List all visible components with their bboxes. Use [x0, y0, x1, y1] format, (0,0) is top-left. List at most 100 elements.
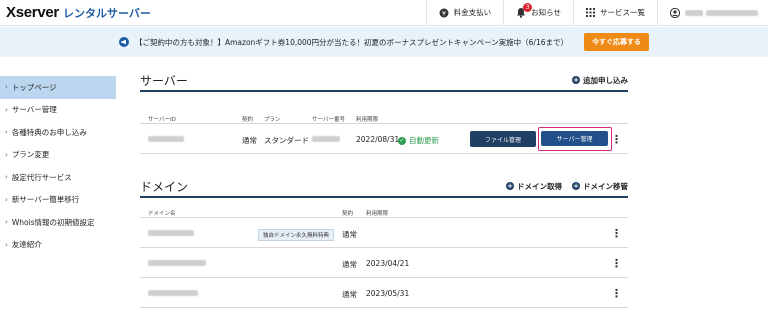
sidebar-item-label: 設定代行サービス [11, 172, 72, 182]
domain-name-redacted [148, 230, 194, 236]
sidebar-item-server-management[interactable]: › サーバー管理 [0, 99, 116, 122]
domain-row: 通常 2023/05/31 ⋮ [140, 278, 628, 308]
logo-sub: レンタルサーバー [62, 8, 151, 20]
domain-section-title: ドメイン [140, 179, 189, 194]
auto-renew-status: ✓ 自動更新 [398, 135, 439, 146]
main-content: サーバー + 追加申し込み サーバーID 契約 プラン サーバー番号 利用期限 通… [140, 70, 628, 308]
chevron-right-icon: › [5, 173, 8, 182]
col-contract: 契約 [242, 117, 254, 123]
chevron-right-icon: › [5, 105, 8, 114]
domain-transfer-label: ドメイン移管 [583, 181, 628, 191]
chevron-right-icon: › [5, 218, 8, 227]
sidebar-item-setup-service[interactable]: › 設定代行サービス [0, 166, 116, 189]
notification-badge: 3 [523, 2, 533, 12]
account-email-redacted [706, 9, 758, 16]
campaign-text: 【ご契約中の方も対象！】Amazonギフト券10,000円分が当たる！初夏のボー… [134, 37, 569, 47]
sidebar: › トップページ › サーバー管理 › 各種特典のお申し込み › プラン変更 › 設定代行… [0, 76, 116, 256]
megaphone-icon [118, 37, 129, 47]
col-server-number: サーバー番号 [312, 117, 345, 123]
chevron-right-icon: › [5, 128, 8, 137]
col-plan: プラン [264, 117, 281, 123]
sidebar-item-label: トップページ [11, 82, 57, 92]
server-manager-button[interactable]: サーバー管理 [541, 131, 608, 146]
col-domain-contract: 契約 [342, 211, 354, 217]
more-options-icon[interactable]: ⋮ [611, 258, 622, 269]
add-application-label: 追加申し込み [583, 75, 628, 85]
user-icon [670, 7, 680, 18]
sidebar-item-label: 新サーバー簡単移行 [11, 195, 80, 205]
col-server-id: サーバーID [148, 117, 176, 123]
add-application-link[interactable]: + 追加申し込み [572, 75, 628, 86]
domain-expiry: 2023/05/31 [366, 289, 410, 298]
server-plan: スタンダード [264, 136, 309, 145]
sidebar-item-label: Whois情報の初期値設定 [11, 217, 95, 227]
check-circle-icon: ✓ [398, 136, 406, 145]
auto-renew-label: 自動更新 [409, 136, 439, 145]
domain-acquire-link[interactable]: + ドメイン取得 [506, 181, 562, 192]
server-expiry: 2022/08/31 [356, 135, 400, 144]
col-expiry: 利用期限 [356, 117, 379, 123]
plus-circle-icon: + [506, 182, 514, 190]
nav-notifications-label: お知らせ [531, 8, 561, 17]
server-contract: 通常 [242, 136, 257, 145]
server-id-redacted [148, 136, 184, 142]
sidebar-item-label: 各種特典のお申し込み [11, 127, 87, 137]
grid-icon [586, 8, 595, 17]
more-options-icon[interactable]: ⋮ [611, 228, 622, 239]
sidebar-item-referral[interactable]: › 友達紹介 [0, 234, 116, 257]
domain-row: 独自ドメイン永久無料特典 通常 ⋮ [140, 218, 628, 248]
domain-name-redacted [148, 290, 198, 296]
domain-name-redacted [148, 260, 206, 266]
domain-section-header: ドメイン + ドメイン取得 + ドメイン移管 [140, 176, 628, 198]
domain-contract: 通常 [342, 230, 357, 239]
server-section-header: サーバー + 追加申し込み [140, 70, 628, 92]
logo[interactable]: Xserver レンタルサーバー [0, 4, 151, 21]
svg-text:¥: ¥ [442, 9, 446, 17]
server-row: 通常 スタンダード 2022/08/31 ✓ 自動更新 ファイル管理 サーバー管理… [140, 124, 628, 154]
sidebar-item-migration[interactable]: › 新サーバー簡単移行 [0, 189, 116, 212]
nav-services-label: サービス一覧 [600, 8, 645, 17]
chevron-right-icon: › [5, 195, 8, 204]
top-nav: ¥ 料金支払い 3 お知らせ サービス一覧 [425, 0, 768, 26]
apply-now-button[interactable]: 今すぐ応募する [584, 33, 650, 51]
free-domain-tag: 独自ドメイン永久無料特典 [258, 229, 335, 241]
more-options-icon[interactable]: ⋮ [611, 288, 622, 299]
sidebar-item-top[interactable]: › トップページ [0, 76, 116, 99]
sidebar-item-label: 友達紹介 [11, 240, 42, 250]
sidebar-item-label: プラン変更 [11, 150, 50, 160]
plus-circle-icon: + [572, 76, 580, 84]
server-section-title: サーバー [140, 73, 188, 88]
file-manager-button[interactable]: ファイル管理 [470, 131, 536, 147]
nav-notifications[interactable]: 3 お知らせ [503, 0, 573, 26]
top-header: Xserver レンタルサーバー ¥ 料金支払い 3 お知らせ サービス一覧 [0, 0, 768, 26]
nav-payment[interactable]: ¥ 料金支払い [425, 0, 504, 26]
col-domain-name: ドメイン名 [148, 211, 176, 217]
sidebar-item-whois[interactable]: › Whois情報の初期値設定 [0, 211, 116, 234]
domain-contract: 通常 [342, 260, 357, 269]
chevron-right-icon: › [5, 83, 8, 92]
domain-row: 通常 2023/04/21 ⋮ [140, 248, 628, 278]
plus-circle-icon: + [572, 182, 580, 190]
chevron-right-icon: › [5, 150, 8, 159]
server-table-header: サーバーID 契約 プラン サーバー番号 利用期限 [140, 106, 628, 124]
domain-acquire-label: ドメイン取得 [517, 181, 562, 191]
logo-main: Xserver [6, 4, 59, 21]
campaign-banner: 【ご契約中の方も対象！】Amazonギフト券10,000円分が当たる！初夏のボー… [0, 27, 768, 57]
server-number-redacted [312, 136, 340, 142]
domain-table-header: ドメイン名 契約 利用期限 [140, 200, 628, 218]
domain-contract: 通常 [342, 290, 357, 299]
nav-services[interactable]: サービス一覧 [573, 0, 657, 26]
server-manager-highlight: サーバー管理 [538, 127, 612, 151]
domain-transfer-link[interactable]: + ドメイン移管 [572, 181, 628, 192]
more-options-icon[interactable]: ⋮ [611, 134, 622, 145]
col-domain-expiry: 利用期限 [366, 211, 389, 217]
sidebar-item-plan-change[interactable]: › プラン変更 [0, 144, 116, 167]
chevron-right-icon: › [5, 240, 8, 249]
domain-expiry: 2023/04/21 [366, 259, 410, 268]
account-name-redacted [685, 9, 703, 16]
payment-icon: ¥ [439, 8, 449, 18]
sidebar-item-benefits[interactable]: › 各種特典のお申し込み [0, 121, 116, 144]
account-menu[interactable] [657, 0, 768, 26]
nav-payment-label: 料金支払い [453, 8, 492, 17]
sidebar-item-label: サーバー管理 [11, 105, 57, 115]
